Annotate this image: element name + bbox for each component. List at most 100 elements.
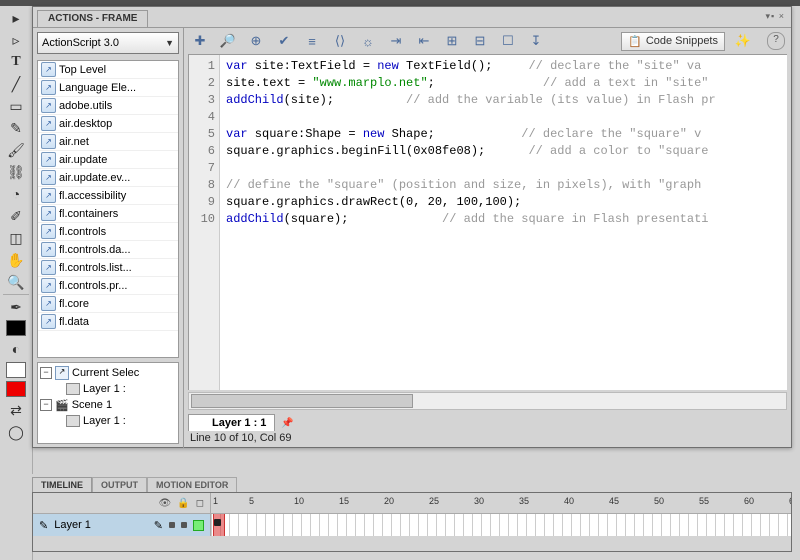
comment-icon[interactable]: ⊞ <box>442 31 462 51</box>
hand-tool-icon[interactable]: ✋ <box>5 250 27 270</box>
collapse-icon[interactable]: − <box>40 367 52 379</box>
list-item[interactable]: ↗air.update <box>38 151 178 169</box>
scrollbar-thumb[interactable] <box>191 394 413 408</box>
package-icon: ↗ <box>41 152 56 167</box>
package-icon: ↗ <box>41 98 56 113</box>
tab-timeline[interactable]: TIMELINE <box>32 477 92 492</box>
brush-tool-icon[interactable]: 🖌 <box>5 140 27 160</box>
list-item[interactable]: ↗fl.data <box>38 313 178 331</box>
frame-ruler[interactable]: 1 5 10 15 20 25 30 35 40 45 50 55 60 65 <box>211 493 791 513</box>
lock-icon[interactable]: 🔒 <box>177 498 189 509</box>
layer-pencil-icon: ✎ <box>39 519 48 532</box>
wand-icon[interactable]: ✨ <box>733 31 753 51</box>
outline-color-icon[interactable] <box>193 520 204 531</box>
list-item[interactable]: ↗air.update.ev... <box>38 169 178 187</box>
timeline-panel: 👁 🔒 ◻ 1 5 10 15 20 25 30 35 40 45 50 55 … <box>32 492 792 552</box>
text-tool-icon[interactable]: T <box>5 52 27 72</box>
collapse-icon[interactable]: − <box>40 399 52 411</box>
lock-dot-icon[interactable] <box>181 522 187 528</box>
eyedropper-tool-icon[interactable]: ✐ <box>5 206 27 226</box>
fill-swatch-red[interactable] <box>6 381 26 397</box>
visible-dot-icon[interactable] <box>169 522 175 528</box>
status-line: Line 10 of 10, Col 69 <box>190 432 785 444</box>
options-icon[interactable]: ☐ <box>498 31 518 51</box>
zoom-tool-icon[interactable]: 🔍 <box>5 272 27 292</box>
selection-tool-icon[interactable]: ▸ <box>5 8 27 28</box>
chevron-down-icon: ▼ <box>165 38 174 48</box>
tab-output[interactable]: OUTPUT <box>92 477 147 492</box>
stroke-ink-icon[interactable]: ✒ <box>5 297 27 317</box>
fill-bucket-icon[interactable]: ◐ <box>5 339 27 359</box>
package-icon: ↗ <box>41 80 56 95</box>
pencil-tool-icon[interactable]: ✎ <box>5 118 27 138</box>
keyframe-icon[interactable] <box>214 519 221 526</box>
package-list[interactable]: ↗Top Level ↗Language Ele... ↗adobe.utils… <box>37 60 179 358</box>
actions-tab[interactable]: ACTIONS - FRAME <box>37 10 148 27</box>
code-editor[interactable]: 12345678910 var site:TextField = new Tex… <box>188 54 787 390</box>
eye-icon[interactable]: 👁 <box>159 498 172 509</box>
list-item[interactable]: ↗Top Level <box>38 61 178 79</box>
list-item[interactable]: ↗air.desktop <box>38 115 178 133</box>
target-icon[interactable]: ⊕ <box>246 31 266 51</box>
add-icon[interactable]: ✚ <box>190 31 210 51</box>
package-icon: ↗ <box>41 116 56 131</box>
fill-swatch-white[interactable] <box>6 362 26 378</box>
rect-tool-icon[interactable]: ▭ <box>5 96 27 116</box>
dropdown-label: ActionScript 3.0 <box>42 37 119 49</box>
package-icon: ↗ <box>41 278 56 293</box>
panel-window-controls[interactable]: ▾▪ × <box>766 11 785 22</box>
uncomment-icon[interactable]: ⊟ <box>470 31 490 51</box>
pin-script-icon[interactable]: 📌 <box>281 418 291 428</box>
snippets-icon: 📋 <box>628 35 642 48</box>
list-item[interactable]: ↗fl.controls.da... <box>38 241 178 259</box>
package-icon: ↗ <box>41 134 56 149</box>
horizontal-scrollbar[interactable] <box>188 392 787 410</box>
expand-icon[interactable]: ⇤ <box>414 31 434 51</box>
find-icon[interactable]: 🔎 <box>218 31 238 51</box>
show-hint-icon[interactable]: ⟨⟩ <box>330 31 350 51</box>
package-icon: ↗ <box>41 62 56 77</box>
package-icon: ↗ <box>41 314 56 329</box>
list-item[interactable]: ↗adobe.utils <box>38 97 178 115</box>
list-item[interactable]: ↗fl.controls.pr... <box>38 277 178 295</box>
bone-tool-icon[interactable]: ⛓ <box>5 162 27 182</box>
list-item[interactable]: ↗fl.core <box>38 295 178 313</box>
list-item[interactable]: ↗air.net <box>38 133 178 151</box>
layer-icon <box>66 415 80 427</box>
auto-format-icon[interactable]: ≡ <box>302 31 322 51</box>
script-tab[interactable]: Layer 1 : 1 <box>188 414 275 431</box>
code-snippets-button[interactable]: 📋Code Snippets <box>621 32 725 51</box>
list-item[interactable]: ↗fl.controls.list... <box>38 259 178 277</box>
stroke-swatch[interactable] <box>6 320 26 336</box>
collapse-icon[interactable]: ⇥ <box>386 31 406 51</box>
selection-icon: ↗ <box>55 366 69 380</box>
tab-motion-editor[interactable]: MOTION EDITOR <box>147 477 237 492</box>
swap-colors-icon[interactable]: ⇄ <box>5 400 27 420</box>
eraser-tool-icon[interactable]: ◫ <box>5 228 27 248</box>
outline-icon[interactable]: ◻ <box>196 498 204 509</box>
line-gutter: 12345678910 <box>189 55 220 390</box>
list-item[interactable]: ↗fl.containers <box>38 205 178 223</box>
debug-icon[interactable]: ☼ <box>358 31 378 51</box>
code-area[interactable]: var site:TextField = new TextField(); //… <box>220 55 787 390</box>
layer-icon <box>66 383 80 395</box>
actionscript-version-dropdown[interactable]: ActionScript 3.0 ▼ <box>37 32 179 54</box>
pin-icon[interactable]: ↧ <box>526 31 546 51</box>
package-icon: ↗ <box>41 296 56 311</box>
subselect-tool-icon[interactable]: ▹ <box>5 30 27 50</box>
bucket-tool-icon[interactable]: ◔ <box>5 184 27 204</box>
help-icon[interactable]: ? <box>767 32 785 50</box>
list-item[interactable]: ↗fl.controls <box>38 223 178 241</box>
line-tool-icon[interactable]: ╱ <box>5 74 27 94</box>
package-icon: ↗ <box>41 260 56 275</box>
snap-icon[interactable]: ◯ <box>5 422 27 442</box>
list-item[interactable]: ↗fl.accessibility <box>38 187 178 205</box>
editor-toolbar: ✚ 🔎 ⊕ ✔ ≡ ⟨⟩ ☼ ⇥ ⇤ ⊞ ⊟ ☐ ↧ 📋Code Snippet… <box>184 28 791 54</box>
timeline-layer[interactable]: ✎ Layer 1 ✎ <box>33 514 211 536</box>
package-icon: ↗ <box>41 206 56 221</box>
scene-tree[interactable]: −↗Current Selec Layer 1 : −🎬Scene 1 Laye… <box>37 362 179 444</box>
frames-track[interactable] <box>211 514 791 536</box>
list-item[interactable]: ↗Language Ele... <box>38 79 178 97</box>
tools-column: ▸ ▹ T ╱ ▭ ✎ 🖌 ⛓ ◔ ✐ ◫ ✋ 🔍 ✒ ◐ ⇄ ◯ <box>0 6 33 560</box>
check-syntax-icon[interactable]: ✔ <box>274 31 294 51</box>
